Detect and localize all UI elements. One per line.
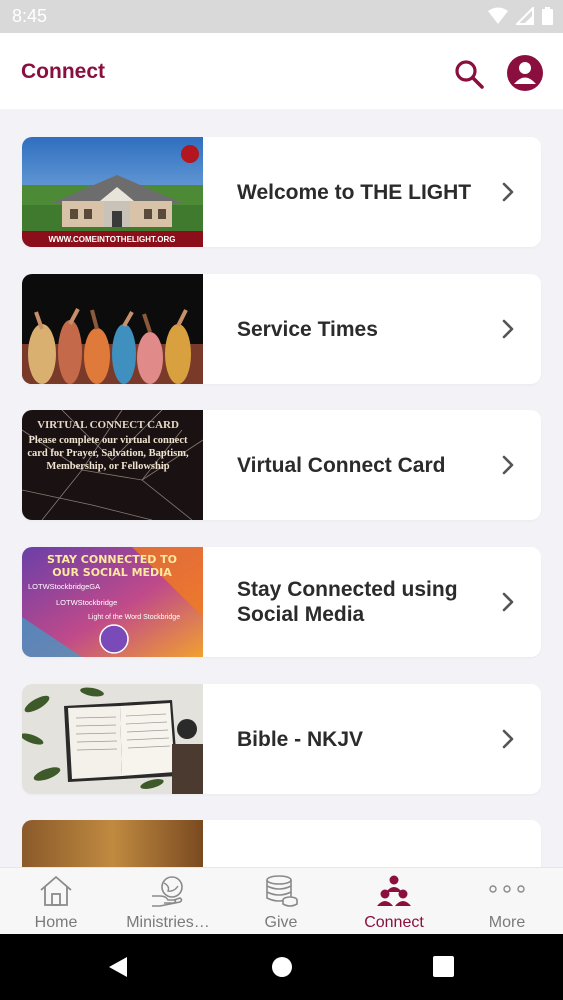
virtual-connect-thumbnail: VIRTUAL CONNECT CARD Please complete our…	[22, 410, 203, 520]
home-icon	[40, 876, 72, 906]
profile-button[interactable]	[507, 55, 543, 91]
bible-thumbnail	[22, 684, 203, 794]
coins-icon	[266, 875, 298, 907]
app-bar: Connect	[0, 33, 563, 109]
church-building-image: WWW.COMEINTOTHELIGHT.ORG	[22, 137, 203, 247]
connect-card-image: VIRTUAL CONNECT CARD Please complete our…	[22, 410, 203, 520]
autumn-image	[22, 820, 203, 867]
card-service-times[interactable]: Service Times	[22, 274, 541, 384]
status-bar: 8:45	[0, 0, 563, 33]
nav-connect[interactable]: Connect	[338, 868, 450, 935]
card-welcome[interactable]: WWW.COMEINTOTHELIGHT.ORG Welcome to THE …	[22, 137, 541, 247]
nav-more[interactable]: More	[451, 868, 563, 935]
bottom-nav: Home Ministries… Give Connect More	[0, 867, 563, 934]
social-heading-text: STAY CONNECTED TO OUR SOCIAL MEDIA	[47, 553, 177, 579]
chevron-right-icon	[502, 455, 514, 475]
status-time: 8:45	[12, 6, 48, 26]
service-times-thumbnail	[22, 274, 203, 384]
search-icon	[455, 60, 484, 89]
nav-label: Ministries…	[126, 914, 210, 931]
search-button[interactable]	[452, 57, 486, 91]
status-icons	[488, 7, 553, 25]
nav-label: Home	[34, 914, 78, 931]
chevron-right-icon	[502, 592, 514, 612]
open-bible-image	[22, 684, 203, 794]
home-circle-icon[interactable]	[271, 956, 293, 978]
card-title	[237, 820, 487, 867]
signal-icon	[516, 7, 534, 25]
chevron-right-icon	[502, 182, 514, 202]
nav-label: Give	[264, 914, 298, 931]
social-media-thumbnail: STAY CONNECTED TO OUR SOCIAL MEDIA LOTWSt…	[22, 547, 203, 657]
person-icon	[514, 62, 536, 84]
virtual-card-heading: VIRTUAL CONNECT CARD	[37, 419, 179, 431]
welcome-thumbnail: WWW.COMEINTOTHELIGHT.ORG	[22, 137, 203, 247]
card-virtual-connect[interactable]: VIRTUAL CONNECT CARD Please complete our…	[22, 410, 541, 520]
battery-icon	[542, 7, 553, 25]
partial-thumbnail	[22, 820, 203, 867]
card-social-media[interactable]: STAY CONNECTED TO OUR SOCIAL MEDIA LOTWSt…	[22, 547, 541, 657]
nav-home[interactable]: Home	[0, 868, 112, 935]
nav-give[interactable]: Give	[225, 868, 337, 935]
chevron-right-icon	[502, 729, 514, 749]
social-ig-text: LOTWStockbridge	[56, 598, 117, 607]
card-title: Service Times	[237, 317, 378, 341]
recents-icon[interactable]	[433, 956, 454, 977]
card-title: Bible - NKJV	[237, 727, 364, 751]
card-partial[interactable]	[22, 820, 541, 867]
card-bible[interactable]: Bible - NKJV	[22, 684, 541, 794]
wifi-icon	[488, 7, 508, 24]
chevron-right-icon	[502, 319, 514, 339]
system-navigation-bar	[0, 934, 563, 1000]
people-group-icon	[377, 875, 411, 906]
social-fb-text: LOTWStockbridgeGA	[28, 582, 100, 591]
globe-hand-icon	[152, 876, 183, 907]
virtual-card-body: Please complete our virtual connect card…	[27, 435, 189, 472]
connect-list: WWW.COMEINTOTHELIGHT.ORG Welcome to THE …	[0, 109, 563, 867]
nav-label: Connect	[364, 914, 424, 931]
more-dots-icon	[489, 885, 525, 893]
card-title: Welcome to THE LIGHT	[237, 180, 472, 204]
social-yt-text: Light of the Word Stockbridge	[88, 614, 180, 621]
nav-label: More	[488, 914, 526, 931]
worship-crowd-image	[22, 274, 203, 384]
welcome-url-text: WWW.COMEINTOTHELIGHT.ORG	[49, 235, 176, 244]
page-title: Connect	[21, 60, 105, 83]
nav-ministries[interactable]: Ministries…	[112, 868, 224, 935]
back-icon[interactable]	[107, 956, 129, 978]
card-title: Stay Connected using Social Media	[237, 578, 458, 626]
social-media-image: STAY CONNECTED TO OUR SOCIAL MEDIA LOTWSt…	[22, 547, 203, 657]
card-title: Virtual Connect Card	[237, 453, 446, 477]
